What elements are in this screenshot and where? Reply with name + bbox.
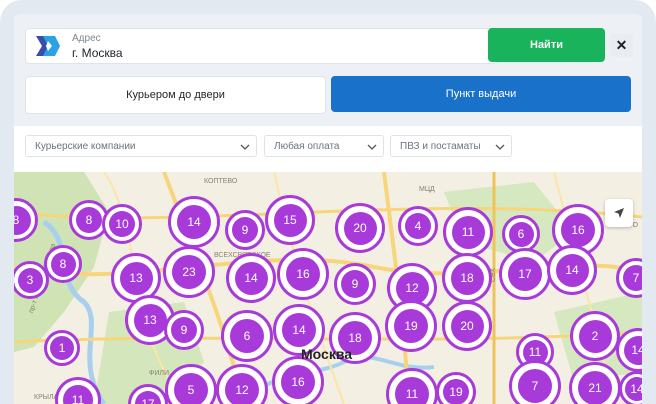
map-cluster-marker[interactable]: 17: [499, 248, 551, 300]
map-cluster-marker[interactable]: 4: [398, 206, 438, 246]
cluster-count: 2: [578, 319, 612, 353]
cluster-count: 9: [232, 217, 258, 243]
cluster-count: 9: [341, 270, 369, 298]
cluster-count: 11: [451, 215, 485, 249]
close-icon: ✕: [615, 37, 628, 53]
courier-company-value: Курьерские компании: [35, 140, 136, 152]
tab-pickup-point[interactable]: Пункт выдачи: [331, 76, 631, 112]
map-cluster-marker[interactable]: 14: [168, 196, 220, 248]
cluster-count: 12: [225, 373, 259, 404]
tab-courier-delivery[interactable]: Курьером до двери: [25, 76, 326, 114]
cluster-count: 14: [282, 313, 316, 347]
map-cluster-marker[interactable]: 23: [163, 246, 215, 298]
delivery-widget: Адрес г. Москва Найти ✕ Курьером до двер…: [14, 14, 642, 404]
cluster-count: 14: [623, 335, 642, 365]
map-cluster-marker[interactable]: 9: [164, 310, 204, 350]
chevron-down-icon: [367, 144, 377, 150]
cluster-count: 20: [343, 211, 377, 245]
map-cluster-marker[interactable]: 6: [221, 310, 273, 362]
cluster-count: 4: [405, 213, 431, 239]
cluster-count: 3: [17, 267, 43, 293]
cluster-count: 16: [286, 257, 320, 291]
cluster-count: 20: [450, 309, 484, 343]
cluster-count: 11: [63, 385, 93, 404]
map-cluster-marker[interactable]: 14: [226, 253, 276, 303]
cluster-count: 17: [508, 257, 542, 291]
cluster-count: 14: [177, 205, 211, 239]
map-cluster-marker[interactable]: 11: [443, 207, 493, 257]
chevron-down-icon: [495, 144, 505, 150]
map-label-railway: МЦД: [419, 186, 435, 193]
navigation-arrow-icon: [614, 208, 624, 218]
cluster-count: 7: [518, 369, 552, 403]
map-cluster-marker[interactable]: 19: [385, 300, 437, 352]
cluster-count: 1: [50, 336, 74, 360]
locate-button[interactable]: [605, 199, 633, 227]
cluster-count: 14: [234, 261, 268, 295]
filters-bar: Курьерские компании Любая оплата ПВЗ и п…: [14, 126, 642, 172]
map-cluster-marker[interactable]: 14: [547, 245, 597, 295]
close-button[interactable]: ✕: [610, 34, 633, 57]
map-cluster-marker[interactable]: 15: [265, 195, 315, 245]
cluster-count: 14: [555, 253, 589, 287]
cluster-count: 6: [230, 319, 264, 353]
map-cluster-marker[interactable]: 9: [225, 210, 265, 250]
find-button[interactable]: Найти: [488, 28, 605, 62]
cluster-count: 23: [172, 255, 206, 289]
cluster-count: 9: [171, 317, 197, 343]
cluster-count: 21: [578, 371, 612, 404]
map-cluster-marker[interactable]: 2: [570, 311, 620, 361]
courier-company-select[interactable]: Курьерские компании: [25, 135, 257, 157]
app-frame: Адрес г. Москва Найти ✕ Курьером до двер…: [0, 0, 656, 404]
map-area[interactable]: КОПТЕВО ВСЕХСВЯТСКОЕ пр-т Маршала Жукова…: [14, 172, 642, 404]
address-label: Адрес: [72, 33, 101, 44]
cluster-count: 17: [135, 391, 161, 404]
payment-type-value: Любая оплата: [274, 140, 340, 152]
address-input[interactable]: г. Москва: [72, 46, 123, 60]
map-cluster-marker[interactable]: 10: [102, 204, 142, 244]
app-logo-icon: [36, 36, 60, 56]
payment-type-select[interactable]: Любая оплата: [264, 135, 384, 157]
cluster-count: 8: [76, 207, 102, 233]
cluster-count: 13: [119, 261, 153, 295]
cluster-count: 13: [133, 303, 167, 337]
cluster-count: 10: [109, 211, 135, 237]
map-cluster-marker[interactable]: 16: [277, 248, 329, 300]
pickup-type-select[interactable]: ПВЗ и постаматы: [390, 135, 512, 157]
map-cluster-marker[interactable]: 19: [436, 372, 476, 404]
cluster-count: 14: [625, 377, 642, 401]
cluster-count: 19: [443, 379, 469, 404]
map-cluster-marker[interactable]: 9: [334, 263, 376, 305]
cluster-count: 6: [508, 221, 534, 247]
map-cluster-marker[interactable]: 18: [442, 253, 492, 303]
map-label-district: ФИЛИ: [149, 370, 169, 377]
cluster-count: 16: [281, 365, 315, 399]
map-cluster-marker[interactable]: 8: [44, 245, 82, 283]
chevron-down-icon: [240, 144, 250, 150]
cluster-count: 8: [50, 251, 76, 277]
cluster-count: 16: [561, 213, 595, 247]
address-search-field[interactable]: Адрес г. Москва: [25, 28, 498, 64]
map-cluster-marker[interactable]: 16: [272, 356, 324, 404]
cluster-count: 7: [623, 265, 642, 291]
cluster-count: 11: [395, 377, 429, 404]
cluster-count: 15: [273, 203, 307, 237]
map-city-label: Москва: [301, 346, 353, 362]
map-label-district: КОПТЕВО: [204, 178, 238, 185]
cluster-count: 19: [394, 309, 428, 343]
cluster-count: 18: [450, 261, 484, 295]
map-cluster-marker[interactable]: 20: [335, 203, 385, 253]
map-cluster-marker[interactable]: 1: [44, 330, 80, 366]
cluster-count: 8: [14, 205, 31, 235]
map-cluster-marker[interactable]: 7: [509, 360, 561, 404]
pickup-type-value: ПВЗ и постаматы: [400, 140, 481, 152]
cluster-count: 5: [174, 373, 208, 404]
map-cluster-marker[interactable]: 20: [442, 301, 492, 351]
